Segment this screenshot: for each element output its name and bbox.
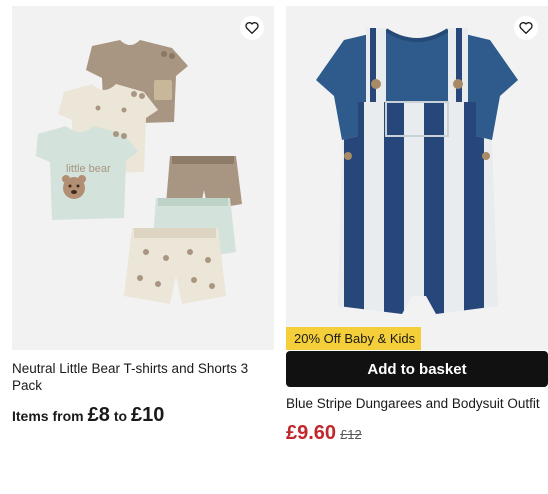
little-bear-print: little bear: [66, 163, 111, 175]
heart-outline-icon: [519, 22, 533, 34]
product-image-dungarees[interactable]: 20% Off Baby & Kids: [286, 6, 548, 350]
promo-badge: 20% Off Baby & Kids: [286, 327, 422, 350]
wishlist-heart-button[interactable]: [514, 16, 538, 40]
price-was: £12: [340, 427, 362, 442]
cream-bear-shorts: [124, 228, 226, 304]
bear-set-illustration: little bear: [36, 40, 242, 304]
mint-tshirt: little bear: [36, 126, 138, 220]
product-title[interactable]: Blue Stripe Dungarees and Bodysuit Outfi…: [286, 395, 548, 412]
price-block: £9.60 £12: [286, 422, 548, 445]
dungaree-button: [371, 79, 381, 89]
price-to-word: to: [113, 408, 128, 424]
price-range: Items from £8 to £10: [12, 404, 274, 427]
dungaree-button: [453, 79, 463, 89]
product-image-bear-set[interactable]: little bear: [12, 6, 274, 350]
price-from: £8: [87, 404, 110, 426]
price-prefix: Items from: [12, 408, 84, 424]
price-to: £10: [131, 404, 165, 426]
price-now: £9.60: [286, 422, 337, 444]
add-to-basket-button[interactable]: Add to basket: [286, 351, 548, 387]
product-card-bear-set[interactable]: little bear Neutral Little Bear T-shirts…: [12, 6, 274, 427]
heart-outline-icon: [245, 22, 259, 34]
wishlist-heart-button[interactable]: [240, 16, 264, 40]
dungarees-illustration: [316, 28, 518, 314]
product-title[interactable]: Neutral Little Bear T-shirts and Shorts …: [12, 360, 274, 394]
product-card-stripe-dungarees[interactable]: 20% Off Baby & Kids Add to basket Blue S…: [286, 6, 548, 445]
